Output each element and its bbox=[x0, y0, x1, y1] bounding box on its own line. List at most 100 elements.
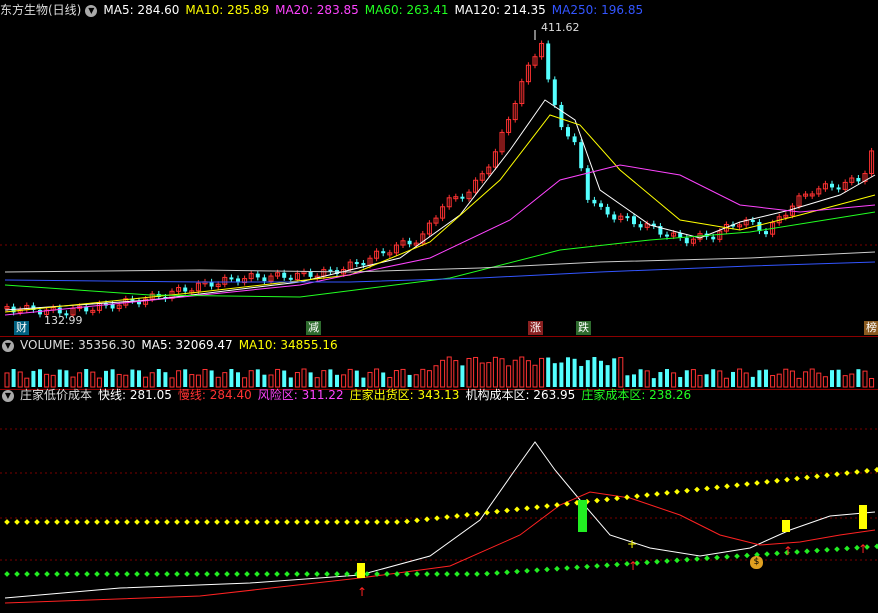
tag-cai[interactable]: 财 bbox=[14, 321, 29, 335]
dealer-cost-dot bbox=[794, 549, 800, 555]
volume-bar-up bbox=[796, 377, 802, 388]
distribution-zone-dot bbox=[524, 505, 530, 512]
dealer-cost-dot bbox=[334, 571, 340, 577]
distribution-zone-dot bbox=[184, 519, 190, 525]
distribution-zone-dot bbox=[264, 519, 270, 525]
dealer-cost-dot bbox=[254, 571, 260, 577]
candle-body-down bbox=[209, 281, 214, 287]
volume-bar-down bbox=[288, 377, 293, 387]
candle-body-down bbox=[599, 203, 603, 207]
volume-bar-down bbox=[31, 370, 36, 387]
distribution-zone-dot bbox=[434, 515, 440, 521]
candle-body-down bbox=[288, 277, 293, 280]
dealer-cost-dot bbox=[304, 571, 310, 577]
volume-bar-up bbox=[816, 372, 822, 388]
volume-bar-up bbox=[426, 370, 432, 388]
candle-body-down bbox=[407, 240, 412, 245]
distribution-zone-dot bbox=[114, 519, 120, 525]
volume-bar-up bbox=[248, 370, 254, 388]
distribution-zone-dot bbox=[724, 483, 730, 490]
distribution-zone-dot bbox=[274, 519, 280, 525]
slow-line bbox=[4, 491, 876, 604]
tag-bang[interactable]: 榜 bbox=[864, 321, 878, 335]
distribution-zone-dot bbox=[764, 479, 770, 485]
dealer-cost-dot bbox=[84, 571, 90, 577]
candle-body-down bbox=[764, 231, 768, 235]
money-bag-icon: $ bbox=[750, 556, 763, 569]
volume-bar-down bbox=[11, 369, 16, 387]
distribution-zone-dot bbox=[44, 519, 50, 525]
dealer-cost-dot bbox=[24, 571, 30, 577]
distribution-zone-dot bbox=[814, 473, 820, 480]
distribution-zone-dot bbox=[794, 475, 800, 482]
volume-bar-up bbox=[275, 368, 281, 388]
dealer-cost-dot bbox=[844, 545, 850, 552]
dealer-cost-dot bbox=[874, 543, 878, 550]
volume-bar-up bbox=[473, 356, 479, 388]
volume-bar-up bbox=[123, 374, 129, 388]
dealer-cost-dot bbox=[394, 571, 400, 577]
dealer-cost-dot bbox=[284, 571, 290, 577]
volume-bar-up bbox=[90, 371, 96, 388]
volume-bar-down bbox=[658, 372, 663, 387]
dealer-cost-dot bbox=[574, 564, 580, 571]
volume-bar-down bbox=[731, 371, 735, 387]
volume-bar-up bbox=[294, 372, 300, 388]
ma120-line bbox=[4, 251, 876, 273]
volume-bar-up bbox=[44, 373, 50, 388]
ma10-line bbox=[4, 114, 876, 313]
dealer-cost-dot bbox=[594, 563, 600, 569]
chart-canvas[interactable]: ↑ ↑ ↑ ↑ + bbox=[0, 0, 878, 613]
volume-bar-down bbox=[579, 365, 584, 387]
dealer-cost-dot bbox=[814, 547, 820, 554]
dealer-cost-dot bbox=[264, 571, 270, 577]
volume-bar-up bbox=[374, 368, 380, 388]
distribution-zone-dot bbox=[94, 519, 100, 525]
volume-bar-up bbox=[743, 372, 749, 388]
tag-die[interactable]: 跌 bbox=[576, 321, 591, 335]
volume-bar-down bbox=[711, 369, 716, 387]
candle-body-down bbox=[836, 187, 841, 190]
dealer-cost-dot bbox=[734, 553, 740, 559]
volume-bar-up bbox=[420, 368, 426, 388]
distribution-zone-dot bbox=[424, 516, 430, 523]
candle-body-down bbox=[750, 219, 755, 223]
distribution-zone-dot bbox=[494, 508, 500, 515]
volume-bar-down bbox=[651, 378, 656, 387]
dealer-cost-dot bbox=[34, 571, 40, 577]
candle-body-down bbox=[546, 43, 551, 80]
candle-body-down bbox=[229, 277, 234, 280]
candle-body-down bbox=[38, 309, 42, 315]
dealer-cost-dot bbox=[384, 571, 390, 577]
dealer-cost-dot bbox=[804, 548, 810, 555]
volume-bar-down bbox=[38, 369, 42, 387]
tag-zhang[interactable]: 涨 bbox=[528, 321, 543, 335]
volume-bar-up bbox=[849, 373, 855, 388]
dealer-cost-dot bbox=[724, 554, 730, 560]
dealer-cost-dot bbox=[174, 571, 180, 577]
volume-bar-up bbox=[222, 372, 228, 388]
volume-bar-down bbox=[407, 374, 412, 387]
volume-bar-up bbox=[525, 360, 531, 388]
dealer-cost-dot bbox=[524, 568, 530, 574]
distribution-zone-dot bbox=[224, 519, 230, 525]
volume-bar-down bbox=[836, 369, 841, 387]
candle-body-down bbox=[665, 234, 669, 237]
volume-bar-down bbox=[229, 369, 234, 387]
distribution-zone-dot bbox=[4, 519, 10, 525]
volume-bar-down bbox=[209, 370, 214, 387]
volume-bar-down bbox=[559, 362, 564, 387]
volume-bar-down bbox=[612, 358, 617, 387]
volume-bar-down bbox=[750, 376, 755, 387]
candle-body-down bbox=[684, 237, 689, 244]
candle-body-down bbox=[183, 287, 188, 292]
volume-bar-down bbox=[605, 365, 610, 387]
dealer-cost-dot bbox=[364, 571, 370, 577]
tag-jian[interactable]: 减 bbox=[306, 321, 321, 335]
dealer-cost-dot bbox=[244, 571, 250, 577]
distribution-zone-dot bbox=[624, 494, 630, 501]
distribution-zone-dot bbox=[544, 503, 550, 509]
dealer-cost-dot bbox=[214, 571, 220, 577]
volume-bar-down bbox=[552, 363, 557, 387]
volume-bar-up bbox=[195, 374, 201, 388]
